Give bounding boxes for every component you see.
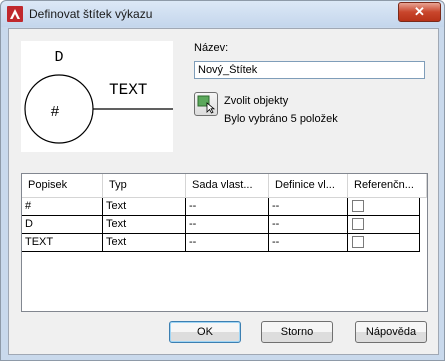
close-icon: ✕ — [414, 4, 425, 19]
name-label: Název: — [194, 42, 229, 54]
cell-referencni — [348, 234, 420, 252]
ok-button[interactable]: OK — [169, 321, 241, 343]
col-header-referencni[interactable]: Referenčn... — [348, 174, 427, 198]
preview-label-top: D — [54, 49, 63, 66]
cell-popisek: # — [22, 198, 103, 216]
cell-popisek: D — [22, 216, 103, 234]
cell-typ[interactable]: Text — [103, 216, 186, 234]
table-row[interactable]: TEXT Text -- -- — [22, 234, 420, 252]
close-button[interactable]: ✕ — [398, 2, 441, 22]
cancel-button[interactable]: Storno — [261, 321, 333, 343]
cell-sada[interactable]: -- — [186, 234, 269, 252]
col-header-popisek[interactable]: Popisek — [22, 174, 103, 198]
cell-sada[interactable]: -- — [186, 198, 269, 216]
cell-definice[interactable]: -- — [269, 198, 348, 216]
col-header-sada[interactable]: Sada vlast... — [186, 174, 269, 198]
preview-drawing: D # TEXT — [24, 49, 173, 144]
window-title: Definovat štítek výkazu — [29, 7, 153, 21]
preview-label-text: TEXT — [109, 81, 147, 99]
cell-definice[interactable]: -- — [269, 234, 348, 252]
name-input[interactable] — [194, 61, 425, 79]
table-row[interactable]: D Text -- -- — [22, 216, 420, 234]
help-button[interactable]: Nápověda — [355, 321, 427, 343]
col-header-definice[interactable]: Definice vl... — [269, 174, 348, 198]
reference-checkbox[interactable] — [352, 236, 364, 248]
cell-popisek: TEXT — [22, 234, 103, 252]
reference-checkbox[interactable] — [352, 218, 364, 230]
select-objects-button[interactable] — [194, 92, 218, 116]
block-preview: D # TEXT — [21, 41, 173, 152]
cell-referencni — [348, 216, 420, 234]
table-row[interactable]: # Text -- -- — [22, 198, 420, 216]
dialog-client-area: D # TEXT Název: Zvolit objekty Bylo vybr… — [8, 28, 439, 355]
preview-label-center: # — [50, 104, 59, 121]
cell-sada[interactable]: -- — [186, 216, 269, 234]
select-objects-icon — [197, 95, 216, 114]
select-objects-label: Zvolit objekty — [224, 95, 289, 107]
title-bar[interactable]: Definovat štítek výkazu ✕ — [1, 1, 444, 27]
cell-referencni — [348, 198, 420, 216]
attributes-table: Popisek Typ Sada vlast... Definice vl...… — [21, 173, 428, 312]
cell-typ[interactable]: Text — [103, 234, 186, 252]
cell-typ[interactable]: Text — [103, 198, 186, 216]
reference-checkbox[interactable] — [352, 200, 364, 212]
col-header-typ[interactable]: Typ — [103, 174, 186, 198]
autocad-logo-icon — [7, 6, 23, 22]
selection-status: Bylo vybráno 5 položek — [224, 113, 338, 125]
dialog-window: Definovat štítek výkazu ✕ D # TEXT Název… — [0, 0, 445, 361]
cell-definice[interactable]: -- — [269, 216, 348, 234]
